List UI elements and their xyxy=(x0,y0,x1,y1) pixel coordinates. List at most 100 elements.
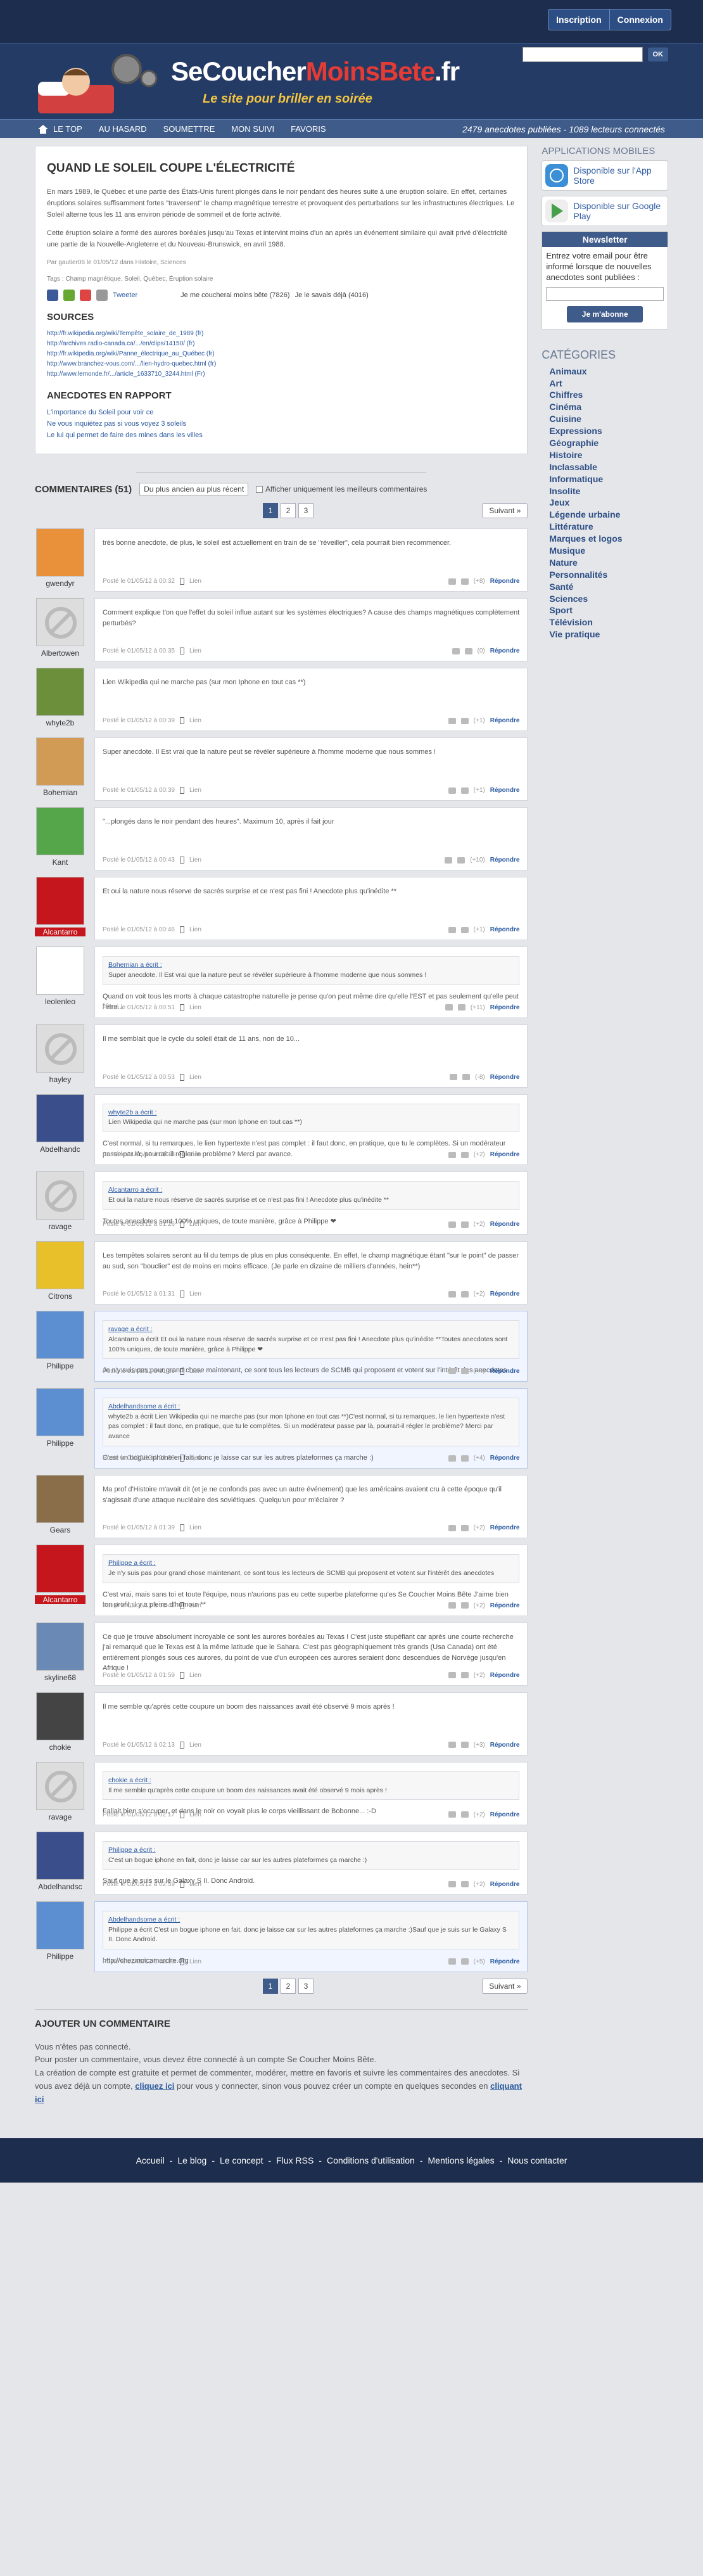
category-link[interactable]: Sport xyxy=(542,604,668,616)
thumb-up-icon[interactable] xyxy=(448,1221,456,1228)
quote-author[interactable]: Abdelhandsome a écrit : xyxy=(108,1915,514,1925)
footer-link[interactable]: Nous contacter xyxy=(507,2155,567,2165)
thumb-up-icon[interactable] xyxy=(448,1811,456,1818)
reply-button[interactable]: Répondre xyxy=(490,1601,520,1610)
avatar[interactable] xyxy=(36,947,84,995)
appstore-link[interactable]: Disponible sur l'App Store xyxy=(542,160,668,191)
comment-link[interactable]: Lien xyxy=(189,577,201,586)
category-link[interactable]: Expressions xyxy=(542,425,668,437)
quote-author[interactable]: Bohemian a écrit : xyxy=(108,960,514,971)
comment-username[interactable]: leolenleo xyxy=(35,997,86,1006)
avatar[interactable] xyxy=(36,1622,84,1671)
page-3[interactable]: 3 xyxy=(298,1978,314,1994)
reply-button[interactable]: Répondre xyxy=(490,1289,520,1299)
category-link[interactable]: Insolite xyxy=(542,485,668,497)
source-link[interactable]: http://fr.wikipedia.org/wiki/Tempête_sol… xyxy=(47,329,516,339)
phone-icon[interactable] xyxy=(179,1602,184,1609)
avatar[interactable] xyxy=(36,1692,84,1740)
comment-username[interactable]: Bohemian xyxy=(35,788,86,797)
quote-author[interactable]: Alcantarro a écrit : xyxy=(108,1185,514,1196)
comment-username[interactable]: Albertowen xyxy=(35,649,86,658)
phone-icon[interactable] xyxy=(179,1073,184,1081)
thumb-down-icon[interactable] xyxy=(460,1672,469,1679)
thumb-down-icon[interactable] xyxy=(460,1811,469,1818)
comment-link[interactable]: Lien xyxy=(189,1289,201,1299)
page-1[interactable]: 1 xyxy=(263,503,278,519)
phone-icon[interactable] xyxy=(179,717,184,725)
best-filter[interactable]: Afficher uniquement les meilleurs commen… xyxy=(256,485,427,494)
thumb-down-icon[interactable] xyxy=(460,578,469,585)
thumb-up-icon[interactable] xyxy=(448,926,456,933)
reply-button[interactable]: Répondre xyxy=(490,1220,520,1229)
comment-username[interactable]: Philippe xyxy=(35,1361,86,1370)
comment-link[interactable]: Lien xyxy=(189,786,201,795)
source-link[interactable]: http://www.branchez-vous.com/.../lien-hy… xyxy=(47,359,516,369)
thumb-down-icon[interactable] xyxy=(460,1602,469,1609)
comment-link[interactable]: Lien xyxy=(189,1671,201,1680)
category-link[interactable]: Géographie xyxy=(542,437,668,449)
avatar[interactable] xyxy=(36,1475,84,1524)
category-link[interactable]: Télévision xyxy=(542,616,668,628)
thumb-down-icon[interactable] xyxy=(460,1368,469,1375)
related-link[interactable]: Le lui qui permet de faire des mines dan… xyxy=(47,430,516,442)
phone-icon[interactable] xyxy=(179,1524,184,1532)
phone-icon[interactable] xyxy=(179,926,184,934)
site-title[interactable]: SeCoucherMoinsBete.fr xyxy=(171,56,460,87)
comment-username[interactable]: hayley xyxy=(35,1075,86,1084)
facebook-icon[interactable] xyxy=(47,290,58,302)
nav-random[interactable]: AU HASARD xyxy=(99,124,147,134)
thumb-down-icon[interactable] xyxy=(460,1958,469,1965)
category-link[interactable]: Cuisine xyxy=(542,413,668,425)
thumb-up-icon[interactable] xyxy=(448,578,456,585)
category-link[interactable]: Sciences xyxy=(542,593,668,605)
thumb-down-icon[interactable] xyxy=(457,857,466,864)
thumb-up-icon[interactable] xyxy=(448,1291,456,1298)
avatar[interactable] xyxy=(36,528,84,577)
footer-link[interactable]: Accueil xyxy=(136,2155,165,2165)
footer-link[interactable]: Mentions légales xyxy=(428,2155,495,2165)
avatar[interactable] xyxy=(36,1024,84,1073)
thumb-up-icon[interactable] xyxy=(448,1151,456,1158)
category-link[interactable]: Légende urbaine xyxy=(542,509,668,521)
comment-link[interactable]: Lien xyxy=(189,1601,201,1610)
thumb-up-icon[interactable] xyxy=(448,1958,456,1965)
comment-username[interactable]: Philippe xyxy=(35,1439,86,1448)
thumb-up-icon[interactable] xyxy=(445,1004,453,1011)
thumb-down-icon[interactable] xyxy=(460,1151,469,1158)
quote-author[interactable]: chokie a écrit : xyxy=(108,1776,514,1786)
avatar[interactable] xyxy=(36,1094,84,1142)
phone-icon[interactable] xyxy=(179,647,184,655)
thumb-down-icon[interactable] xyxy=(460,1221,469,1228)
comment-username[interactable]: gwendyr xyxy=(35,579,86,588)
source-link[interactable]: http://fr.wikipedia.org/wiki/Panne_élect… xyxy=(47,349,516,359)
thumb-up-icon[interactable] xyxy=(448,1881,456,1888)
reply-button[interactable]: Répondre xyxy=(490,1957,520,1967)
avatar[interactable] xyxy=(36,1761,84,1810)
subscribe-button[interactable]: Je m'abonne xyxy=(567,305,643,322)
thumb-down-icon[interactable] xyxy=(460,1742,469,1749)
tweet-button[interactable]: Tweeter xyxy=(113,290,137,302)
avatar[interactable] xyxy=(36,877,84,926)
footer-link[interactable]: Flux RSS xyxy=(276,2155,314,2165)
quote-author[interactable]: Philippe a écrit : xyxy=(108,1559,514,1569)
best-checkbox[interactable] xyxy=(256,486,263,494)
phone-icon[interactable] xyxy=(179,1455,184,1462)
vote-known[interactable]: Je le savais déjà (4016) xyxy=(295,290,369,302)
phone-icon[interactable] xyxy=(179,1811,184,1818)
next-page-button[interactable]: Suivant » xyxy=(482,503,528,519)
phone-icon[interactable] xyxy=(179,1367,184,1375)
next-page-button[interactable]: Suivant » xyxy=(482,1978,528,1994)
comment-username[interactable]: ravage xyxy=(35,1222,86,1231)
avatar[interactable] xyxy=(36,1387,84,1436)
reply-button[interactable]: Répondre xyxy=(490,1367,520,1376)
page-2[interactable]: 2 xyxy=(281,1978,296,1994)
category-link[interactable]: Personnalités xyxy=(542,569,668,581)
comment-link[interactable]: Lien xyxy=(189,1740,201,1750)
thumb-up-icon[interactable] xyxy=(448,1368,456,1375)
reply-button[interactable]: Répondre xyxy=(490,1003,520,1012)
related-link[interactable]: Ne vous inquiétez pas si vous voyez 3 so… xyxy=(47,419,516,430)
avatar[interactable] xyxy=(36,1901,84,1949)
category-link[interactable]: Informatique xyxy=(542,473,668,485)
comment-username[interactable]: whyte2b xyxy=(35,718,86,727)
phone-icon[interactable] xyxy=(179,1151,184,1159)
